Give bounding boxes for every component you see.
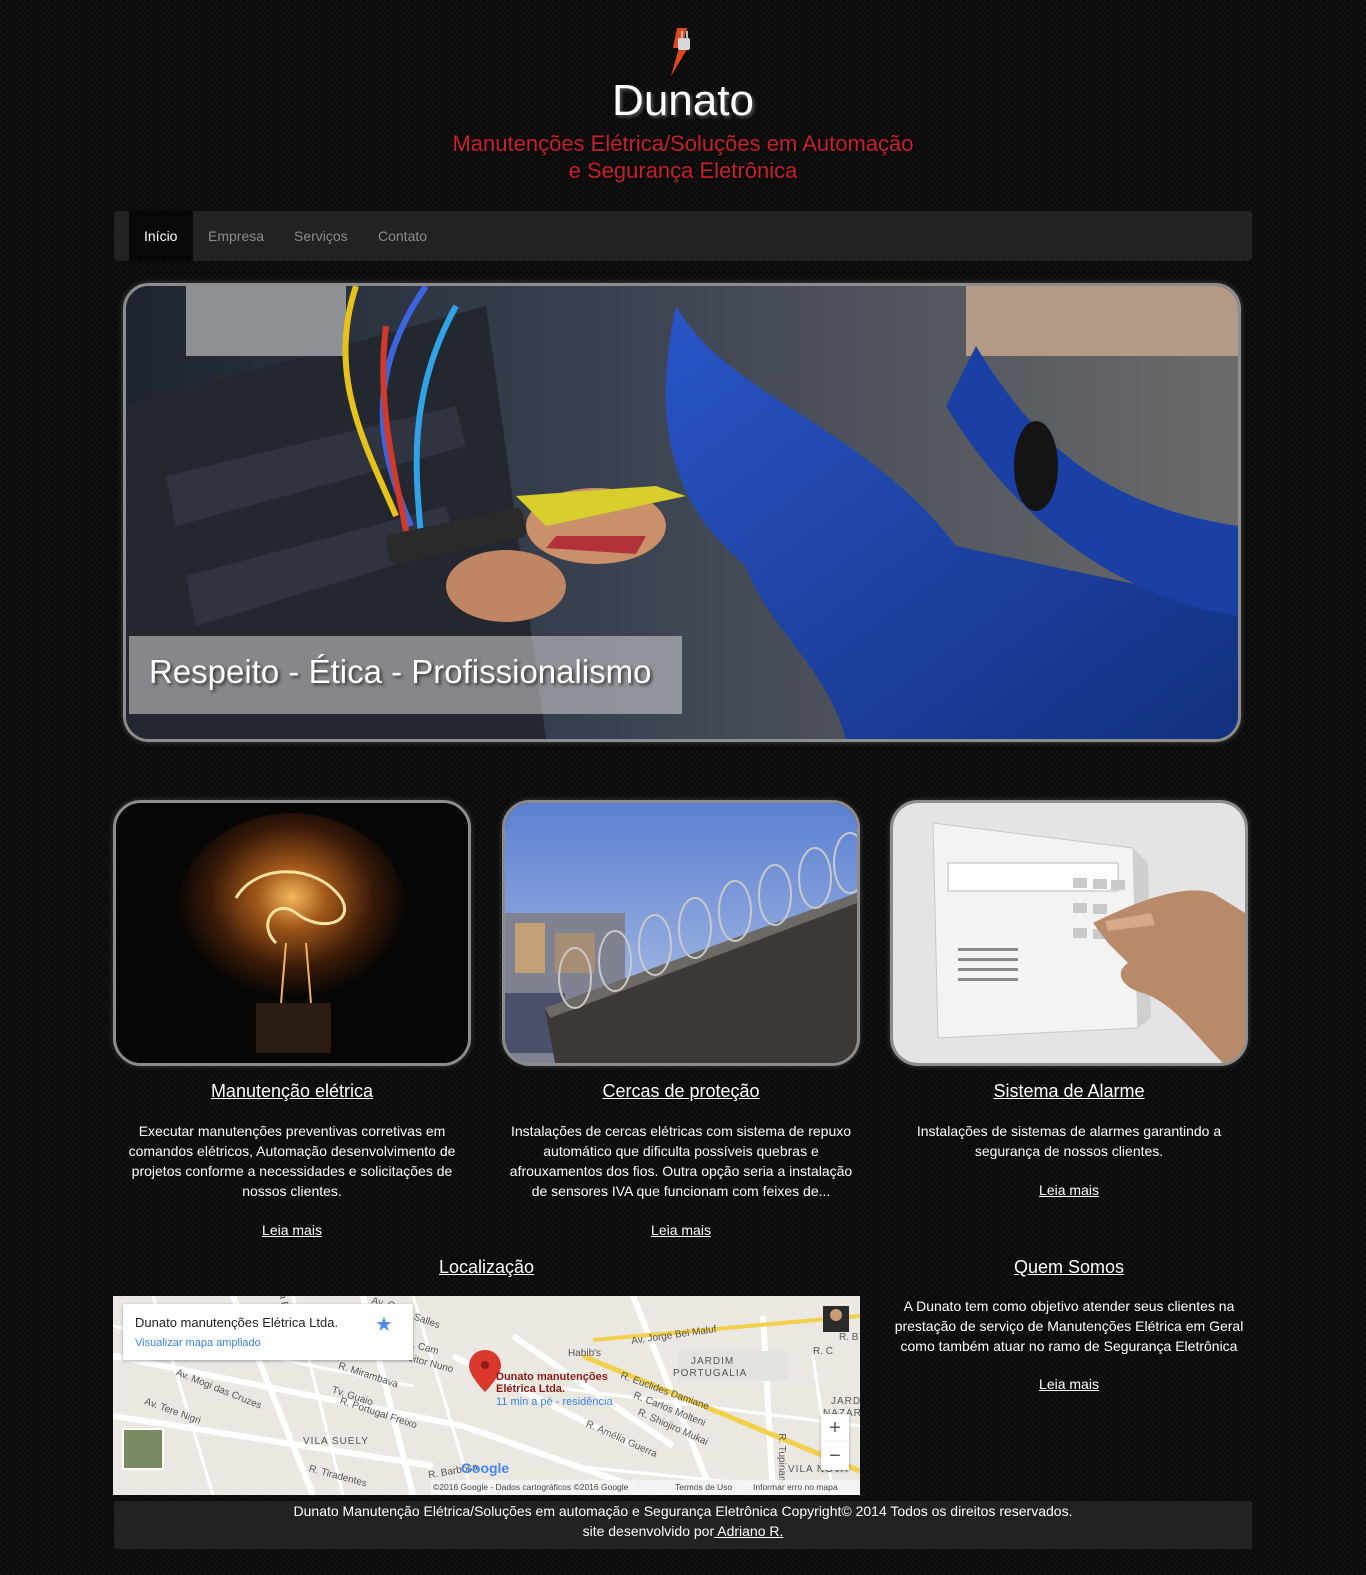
feature-text-cercas: Instalações de cercas elétricas com sist… — [509, 1123, 853, 1199]
map-place-name: Dunato manutenções Elétrica Ltda. — [135, 1315, 339, 1330]
brand-tagline: Manutenções Elétrica/Soluções em Automaç… — [0, 130, 1366, 184]
hero-banner[interactable]: Respeito - Ética - Profissionalismo — [123, 283, 1241, 742]
feature-image-fence[interactable] — [502, 800, 860, 1066]
read-more-about[interactable]: Leia mais — [890, 1376, 1248, 1392]
footer-credit-prefix: site desenvolvido por — [582, 1523, 715, 1539]
nav-item-contato[interactable]: Contato — [363, 211, 442, 261]
feature-image-alarm[interactable] — [890, 800, 1248, 1066]
footer-author-link[interactable]: Adriano R. — [714, 1523, 783, 1539]
tagline-line-2: e Segurança Eletrônica — [568, 158, 798, 183]
google-logo-text: Google — [461, 1460, 510, 1476]
about-title[interactable]: Quem Somos — [890, 1257, 1248, 1278]
map-district-label: JARD — [831, 1396, 860, 1407]
star-icon[interactable]: ★ — [375, 1312, 393, 1337]
feature-text-manutencao: Executar manutenções preventivas correti… — [128, 1123, 456, 1199]
map-report-link[interactable]: Informar erro no mapa — [753, 1480, 838, 1495]
footer-credit: site desenvolvido por Adriano R. — [114, 1521, 1252, 1541]
read-more-alarme[interactable]: Leia mais — [890, 1182, 1248, 1198]
feature-text-alarme: Instalações de sistemas de alarmes garan… — [916, 1123, 1222, 1159]
map-terms-link[interactable]: Termos de Uso — [675, 1480, 732, 1495]
map-zoom-out-button[interactable]: − — [821, 1442, 849, 1470]
tagline-line-1: Manutenções Elétrica/Soluções em Automaç… — [452, 131, 914, 156]
read-more-manutencao[interactable]: Leia mais — [113, 1222, 471, 1238]
hero-caption-box: Respeito - Ética - Profissionalismo — [129, 636, 682, 714]
page-footer: Dunato Manutenção Elétrica/Soluções em a… — [114, 1501, 1252, 1549]
map-district-label: PORTUGALIA — [673, 1368, 748, 1379]
feature-image-lightbulb[interactable] — [113, 800, 471, 1066]
map-poi-label: Habib's — [568, 1348, 602, 1359]
map-footer: ©2016 Google - Dados cartográficos ©2016… — [431, 1480, 860, 1495]
map-zoom-in-button[interactable]: + — [821, 1414, 849, 1442]
feature-title-cercas[interactable]: Cercas de proteção — [502, 1081, 860, 1102]
map-pin-label-line-1: Dunato manutenções — [496, 1371, 608, 1383]
brand-title: Dunato — [612, 76, 754, 125]
map-street-label: R. B — [839, 1332, 859, 1343]
map-enlarge-link[interactable]: Visualizar mapa ampliado — [135, 1337, 261, 1349]
map-info-card: Dunato manutenções Elétrica Ltda. Visual… — [123, 1304, 413, 1360]
read-more-cercas[interactable]: Leia mais — [502, 1222, 860, 1238]
hero-caption: Respeito - Ética - Profissionalismo — [149, 653, 652, 690]
map-district-label: JARDIM — [691, 1356, 735, 1367]
nav-item-empresa[interactable]: Empresa — [193, 211, 279, 261]
plug-lightning-icon — [663, 26, 699, 78]
map-pin-label: Dunato manutenções Elétrica Ltda. — [496, 1371, 608, 1395]
map-pin-label-line-2: Elétrica Ltda. — [496, 1383, 566, 1395]
map-street-label: R. C — [813, 1346, 833, 1357]
about-text: A Dunato tem como objetivo atender seus … — [894, 1298, 1244, 1354]
footer-copyright: Dunato Manutenção Elétrica/Soluções em a… — [293, 1503, 1073, 1519]
map-district-label: VILA SUELY — [303, 1436, 369, 1447]
nav-item-servicos[interactable]: Serviços — [279, 211, 363, 261]
nav-item-inicio[interactable]: Início — [129, 211, 193, 261]
location-title[interactable]: Localização — [113, 1257, 860, 1278]
main-navbar: Início Empresa Serviços Contato — [114, 211, 1252, 261]
feature-title-alarme[interactable]: Sistema de Alarme — [890, 1081, 1248, 1102]
map-copyright: ©2016 Google - Dados cartográficos ©2016… — [433, 1482, 629, 1492]
map-pin-sublabel: 11 min a pé - residência — [496, 1396, 613, 1408]
location-map[interactable]: Av. Jorge Bei Maluf Habib's JARDIM PORTU… — [113, 1296, 860, 1495]
feature-title-manutencao[interactable]: Manutenção elétrica — [113, 1081, 471, 1102]
google-logo: Google — [461, 1460, 509, 1476]
